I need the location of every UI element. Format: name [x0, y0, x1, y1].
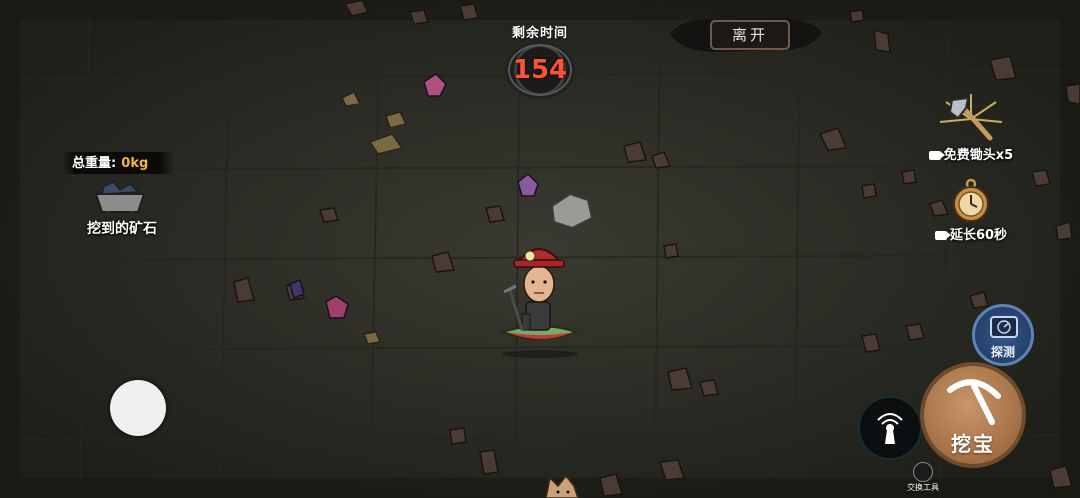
leave-button[interactable]: 离开 — [710, 20, 790, 50]
ore-cart-icon — [94, 181, 146, 217]
rock — [319, 207, 339, 223]
movement-joystick[interactable] — [110, 380, 166, 436]
swap-tool-button[interactable]: 交换工具 — [900, 462, 946, 498]
free-hoe-button[interactable]: 免费锄头x5 — [918, 94, 1024, 163]
rock — [901, 169, 917, 185]
rock — [861, 333, 881, 353]
rock — [849, 9, 865, 23]
video-icon — [934, 231, 951, 240]
beacon-button[interactable] — [860, 398, 920, 458]
dig-label: 挖宝 — [951, 432, 995, 456]
leave-panel: 离开 — [662, 14, 828, 56]
total-weight: 总重量: 0kg — [62, 152, 174, 174]
rock — [663, 243, 679, 259]
timer-value: 154 — [512, 55, 568, 85]
mined-ore-button[interactable]: 挖到的矿石 — [76, 178, 168, 240]
timer-label: 剩余时间 — [511, 26, 568, 41]
weight-label: 总重量: — [72, 156, 117, 171]
pocket-watch-icon — [953, 178, 989, 222]
pickaxe-icon — [947, 379, 1001, 425]
video-icon — [928, 151, 945, 160]
swap-tool-label: 交换工具 — [907, 483, 939, 492]
rock — [1065, 83, 1080, 105]
detect-button[interactable]: 探测 — [972, 304, 1034, 366]
rock — [459, 3, 479, 21]
dig-button[interactable]: 挖宝 — [920, 362, 1026, 468]
swap-icon — [913, 462, 933, 482]
weight-value: 0kg — [121, 156, 149, 171]
detect-label: 探测 — [990, 345, 1015, 359]
rock — [699, 379, 719, 397]
rock — [479, 449, 499, 475]
remaining-time: 剩余时间 154 — [500, 22, 580, 99]
rock — [905, 323, 925, 341]
rock — [873, 28, 891, 53]
timer-dial: 154 — [505, 41, 575, 99]
radar-icon — [990, 316, 1018, 338]
rock — [485, 205, 505, 223]
extend-time-label: 延长60秒 — [949, 228, 1008, 243]
beacon-icon — [877, 413, 903, 444]
mined-ore-label: 挖到的矿石 — [87, 221, 157, 237]
extend-time-button[interactable]: 延长60秒 — [918, 178, 1024, 244]
hoe-icon — [939, 94, 1003, 141]
rock — [1031, 169, 1051, 187]
rock — [861, 183, 877, 199]
rock — [409, 9, 429, 25]
free-hoe-label: 免费锄头x5 — [943, 148, 1014, 163]
rock — [449, 427, 467, 445]
rock — [1055, 221, 1073, 241]
